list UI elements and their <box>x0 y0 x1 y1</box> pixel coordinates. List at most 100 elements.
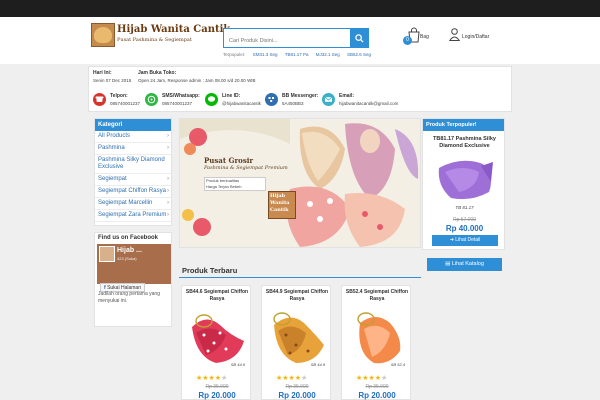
popular-old-price: Rp 57.000 <box>452 217 477 223</box>
product-code: SB 44.9 <box>310 362 325 367</box>
contact-label: Telpon: <box>110 93 128 99</box>
store-info-bar: Hari Ini: Senin 07 Dec 2015 Jam Buka Tok… <box>88 66 512 112</box>
cart-count-badge: 0 <box>403 36 412 45</box>
category-item-pashmina[interactable]: Pashmina › <box>95 143 171 155</box>
facebook-page-likes: 423 (Suka) <box>117 256 137 261</box>
product-card[interactable]: SB44.9 Segiempat Chiffon Rasya SB 44.9 ★… <box>261 285 331 400</box>
search-button[interactable] <box>350 28 369 48</box>
email-icon <box>322 93 335 106</box>
banner-logo-3: Cantik <box>270 207 289 213</box>
popular-product-name: TB81.17 Pashmina Silky Diamond Exclusive <box>433 136 496 149</box>
popular-product-image[interactable] <box>431 152 498 204</box>
search-box <box>223 28 369 50</box>
facebook-widget: Find us on Facebook Hijab ... 423 (Suka)… <box>94 232 172 327</box>
new-products-header: Produk Terbaru <box>179 262 421 278</box>
facebook-page-card[interactable]: Hijab ... 423 (Suka) f Sukai Halaman <box>97 244 171 292</box>
product-price: Rp 20.000 <box>198 391 236 400</box>
popular-label: Terpopuler: <box>223 52 246 57</box>
detail-button[interactable]: ➜ Lihat Detail <box>432 235 498 246</box>
category-item-segiempat[interactable]: Segiempat › <box>95 174 171 186</box>
category-sidebar: Kategori All Products › Pashmina › Pashmin… <box>94 118 172 226</box>
whatsapp-icon <box>145 93 158 106</box>
popular-price: Rp 40.000 <box>445 224 484 233</box>
chevron-right-icon: › <box>167 212 169 218</box>
hours-label: Jam Buka Toko: <box>138 70 177 76</box>
site-header: Hijab Wanita Cantik Pusat Pashmina & Seg… <box>0 17 600 64</box>
login-link[interactable]: Login/Daftar <box>449 27 494 49</box>
product-code: SB 52.4 <box>390 362 405 367</box>
product-code: SB 44.6 <box>230 362 245 367</box>
category-label: All Products <box>98 133 131 139</box>
hours-value: Open 24 Jam, Response admin : Jam 08.00 … <box>138 78 256 83</box>
contact-label: SMS/Whatsapp: <box>162 93 200 99</box>
phone-icon <box>93 93 106 106</box>
logo-tagline: Pusat Pashmina & Segiempat <box>117 37 192 43</box>
facebook-avatar <box>99 246 115 262</box>
search-icon <box>355 33 364 43</box>
chevron-right-icon: › <box>167 133 169 139</box>
product-card[interactable]: SB44.6 Segiempat Chiffon Rasya SB 44.6 ★… <box>181 285 251 400</box>
contact-label: BB Messenger: <box>282 93 319 99</box>
product-image <box>346 305 408 367</box>
contact-value: 085740001237 <box>110 101 141 106</box>
star-icon: ★★★★ <box>276 375 302 382</box>
popular-product-panel: Produk Terpopuler! TB81.17 Pashmina Silk… <box>422 118 505 250</box>
contact-value: @hijabwanitacantik <box>222 101 261 106</box>
product-name: SB44.9 Segiempat Chiffon Rasya <box>265 289 329 302</box>
old-price: Rp 35.000 <box>285 384 309 390</box>
bbm-icon <box>265 93 278 106</box>
facebook-page-name: Hijab ... <box>117 247 142 254</box>
catalog-button[interactable]: ▤ Lihat Katalog <box>427 258 502 271</box>
category-item-marcellin[interactable]: Segiempat Marcellin › <box>95 198 171 210</box>
promo-banner[interactable]: Pusat Grosir Pashmina & Segiempat Premiu… <box>179 118 421 248</box>
category-label: Segiempat Marcellin <box>98 200 153 206</box>
popular-searches: Terpopuler: SM31.3 Seg TB81.17 Pa MJ32.1… <box>223 52 377 57</box>
category-item-chiffon-rasya[interactable]: Segiempat Chiffon Rasya › <box>95 186 171 198</box>
category-item-all-products[interactable]: All Products › <box>95 131 171 143</box>
rating-stars: ★★★★★ <box>196 374 227 382</box>
product-name: SB44.6 Segiempat Chiffon Rasya <box>185 289 249 302</box>
today-label: Hari Ini: <box>93 70 112 76</box>
category-label: Segiempat Zara Premium <box>98 212 167 218</box>
search-input[interactable] <box>224 32 350 50</box>
popular-link[interactable]: SB62.6 Seg <box>347 52 371 57</box>
line-icon <box>205 93 218 106</box>
today-value: Senin 07 Dec 2015 <box>93 78 132 83</box>
catalog-button-label: Lihat Katalog <box>451 261 484 267</box>
user-icon <box>449 28 460 41</box>
arrow-right-icon: ➜ <box>449 237 454 243</box>
cart-label: Bag <box>420 34 429 40</box>
login-label: Login/Daftar <box>462 34 490 40</box>
contact-label: Line ID: <box>222 93 241 99</box>
section-title: Produk Terbaru <box>182 266 238 275</box>
contact-value: hijabwanitacantik@gmail.com <box>339 101 399 106</box>
contact-value: 085740001237 <box>162 101 193 106</box>
category-item-pashmina-silky[interactable]: Pashmina Silky Diamond Exclusive <box>95 155 171 174</box>
old-price: Rp 35.000 <box>205 384 229 390</box>
facebook-title: Find us on Facebook <box>98 235 159 241</box>
product-image <box>186 305 248 367</box>
banner-logo-1: Hijab <box>270 193 286 199</box>
cart-button[interactable]: 0 Bag <box>403 27 432 49</box>
product-image <box>266 305 328 367</box>
popular-link[interactable]: TB81.17 Pa <box>285 52 309 57</box>
logo-photo <box>91 23 115 47</box>
popular-link[interactable]: SM31.3 Seg <box>253 52 278 57</box>
popular-link[interactable]: MJ32.1 Seg <box>316 52 340 57</box>
chevron-right-icon: › <box>167 188 169 194</box>
catalog-icon: ▤ <box>445 261 451 267</box>
logo-title: Hijab Wanita Cantik <box>117 24 231 35</box>
category-item-zara-premium[interactable]: Segiempat Zara Premium › <box>95 210 171 222</box>
product-name: SB52.4 Segiempat Chiffon Rasya <box>345 289 409 302</box>
chevron-right-icon: › <box>167 176 169 182</box>
category-label: Segiempat Chiffon Rasya <box>98 188 166 194</box>
banner-sub-2: Harga Terjan Bebeh <box>206 184 242 189</box>
rating-stars: ★★★★★ <box>356 374 387 382</box>
popular-product-code: TB 81.17 <box>455 205 474 210</box>
contact-label: Email: <box>339 93 355 99</box>
product-card[interactable]: SB52.4 Segiempat Chiffon Rasya SB 52.4 ★… <box>341 285 411 400</box>
site-logo[interactable]: Hijab Wanita Cantik Pusat Pashmina & Seg… <box>91 23 230 51</box>
star-icon: ★ <box>381 375 388 382</box>
contact-value: 5A450BB3 <box>282 101 304 106</box>
top-bar <box>0 0 600 17</box>
